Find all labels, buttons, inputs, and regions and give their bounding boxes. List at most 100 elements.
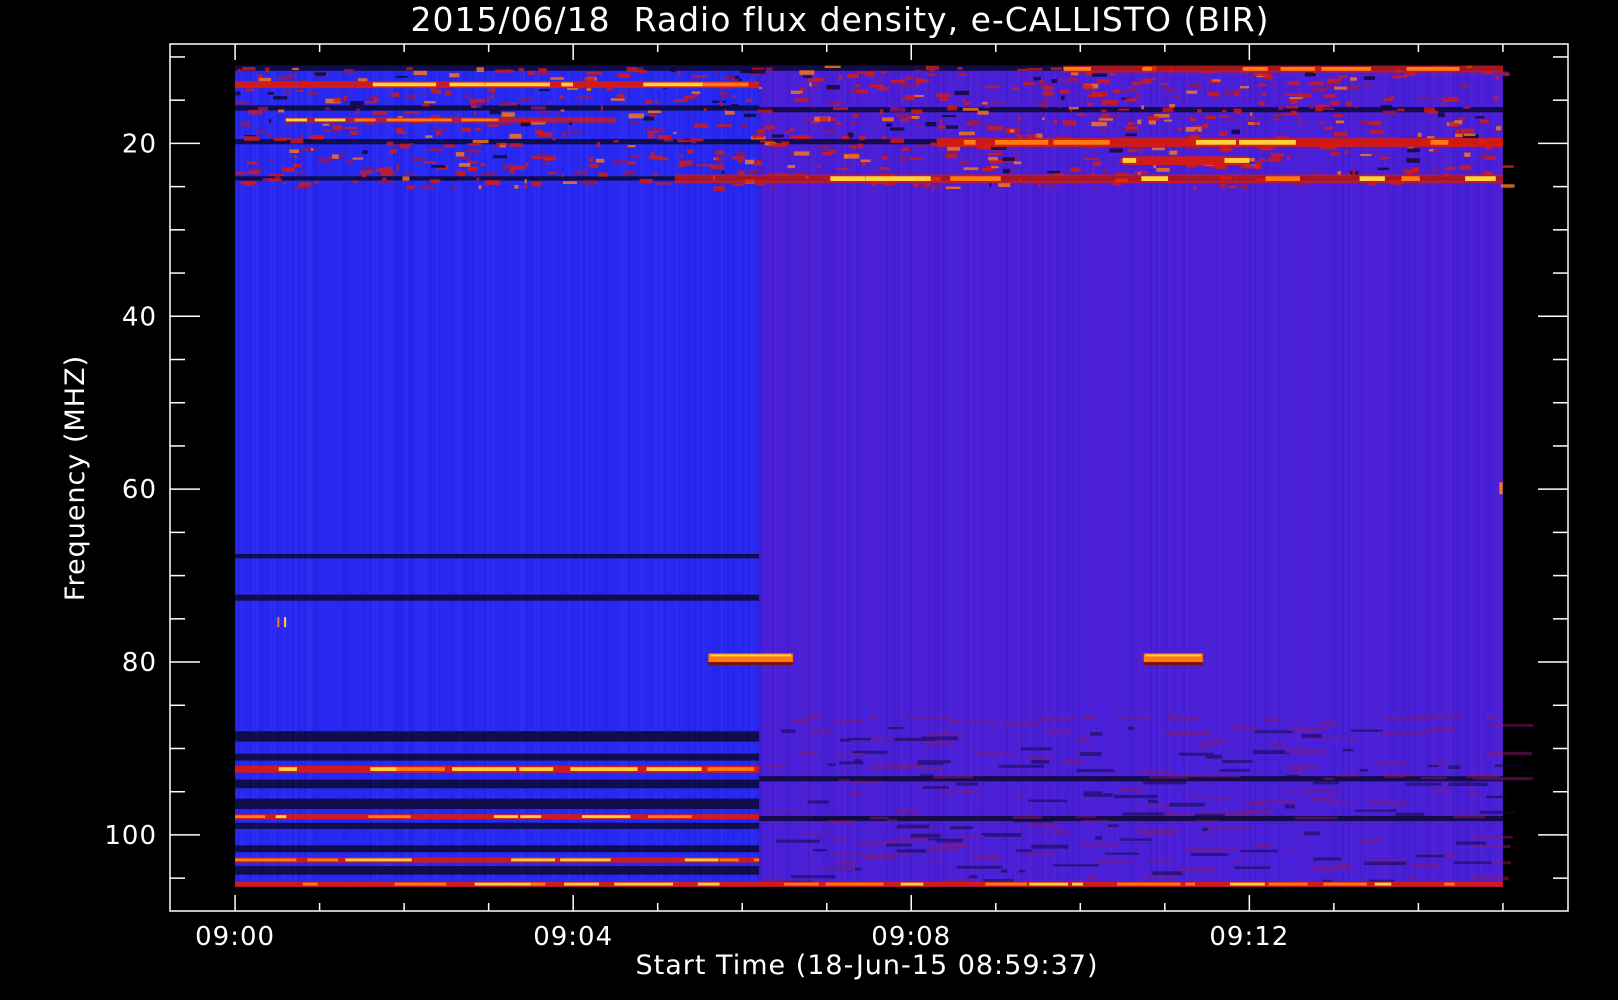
noise-speck — [596, 142, 601, 147]
heatmap-streak — [238, 65, 240, 887]
noise-speck — [1240, 165, 1257, 169]
noise-speck — [265, 67, 270, 73]
interference-line-highlight — [1141, 176, 1169, 182]
noise-speck — [962, 98, 966, 102]
mottle-mark — [1255, 844, 1271, 848]
heatmap-streak — [874, 65, 876, 887]
noise-speck — [255, 130, 268, 133]
mottle-mark — [888, 727, 904, 730]
noise-speck — [691, 78, 695, 82]
noise-speck — [269, 119, 272, 124]
noise-speck — [703, 108, 707, 111]
y-tick-label: 40 — [122, 302, 157, 332]
noise-speck — [1109, 73, 1117, 76]
noise-speck — [1100, 128, 1106, 132]
noise-speck — [828, 149, 837, 154]
noise-speck — [390, 92, 400, 97]
interference-line-highlight — [1072, 882, 1083, 886]
noise-speck — [1051, 67, 1063, 71]
mottle-mark — [1335, 774, 1360, 777]
noise-speck — [756, 159, 762, 164]
interference-line-highlight — [1374, 882, 1392, 886]
interference-line-highlight — [1323, 882, 1367, 886]
mottle-mark — [886, 843, 912, 847]
noise-speck — [1312, 171, 1321, 174]
heatmap-streak — [1072, 65, 1074, 887]
mottle-mark — [1015, 849, 1032, 853]
x-tick-label: 09:08 — [871, 922, 951, 952]
noise-speck — [1366, 83, 1373, 88]
mottle-mark — [1270, 744, 1287, 748]
noise-speck — [561, 173, 564, 177]
noise-speck — [1323, 107, 1335, 110]
noise-speck — [716, 124, 732, 127]
noise-speck — [1297, 93, 1312, 98]
noise-speck — [459, 156, 470, 160]
noise-speck — [1449, 122, 1459, 127]
noise-speck — [574, 170, 588, 175]
interference-line-highlight — [648, 815, 692, 819]
noise-speck — [799, 70, 815, 75]
heatmap-streak — [742, 65, 744, 887]
noise-speck — [938, 125, 946, 129]
noise-speck — [1268, 157, 1281, 163]
noise-speck — [386, 141, 394, 146]
noise-speck — [744, 159, 755, 165]
heatmap-streak — [241, 65, 243, 887]
heatmap-streak — [1138, 65, 1140, 887]
noise-speck — [1297, 118, 1303, 124]
dark-band — [235, 554, 760, 559]
noise-speck — [829, 101, 843, 107]
heatmap-streak — [1426, 65, 1428, 887]
noise-speck — [850, 120, 855, 125]
mottle-mark — [879, 853, 914, 856]
noise-speck — [1148, 120, 1156, 125]
mottle-mark — [894, 737, 935, 741]
noise-speck — [1132, 81, 1139, 86]
noise-speck — [476, 177, 480, 182]
noise-speck — [1203, 123, 1208, 127]
noise-speck — [1500, 184, 1515, 188]
mottle-mark — [917, 762, 944, 765]
mottle-mark — [1169, 774, 1204, 778]
noise-speck — [945, 150, 959, 154]
noise-speck — [819, 116, 829, 122]
mottle-mark — [828, 820, 855, 825]
noise-speck — [1464, 152, 1471, 157]
noise-speck — [550, 77, 564, 80]
mottle-mark — [849, 791, 861, 796]
interference-line-highlight — [452, 767, 517, 771]
mottle-mark — [921, 767, 944, 770]
mottle-mark — [1301, 734, 1322, 738]
noise-speck — [1042, 91, 1054, 97]
noise-speck — [258, 77, 271, 82]
noise-speck — [430, 179, 440, 184]
noise-speck — [389, 149, 397, 154]
interference-line-highlight — [1142, 66, 1152, 71]
noise-speck — [364, 167, 374, 171]
heatmap-streak — [397, 65, 399, 887]
noise-speck — [366, 122, 374, 126]
noise-speck — [625, 146, 628, 150]
heatmap-streak — [727, 65, 729, 887]
noise-speck — [1369, 129, 1384, 134]
noise-speck — [484, 180, 501, 186]
noise-speck — [916, 79, 930, 83]
mottle-mark — [974, 752, 1012, 755]
mottle-mark — [829, 853, 875, 857]
heatmap-streak — [418, 65, 420, 887]
artifact-mark — [284, 617, 287, 628]
heatmap-streak — [1057, 65, 1059, 887]
noise-speck — [392, 172, 396, 176]
noise-speck — [527, 70, 535, 76]
heatmap-streak — [373, 65, 375, 887]
interference-line-highlight — [1117, 882, 1181, 886]
interference-line-highlight — [302, 882, 318, 886]
noise-speck — [1330, 152, 1341, 156]
noise-speck — [838, 75, 843, 81]
noise-speck — [1231, 129, 1241, 135]
heatmap-streak — [1045, 65, 1047, 887]
noise-speck — [444, 177, 456, 181]
interference-line-highlight — [520, 815, 542, 819]
heatmap-streak — [1300, 65, 1302, 887]
